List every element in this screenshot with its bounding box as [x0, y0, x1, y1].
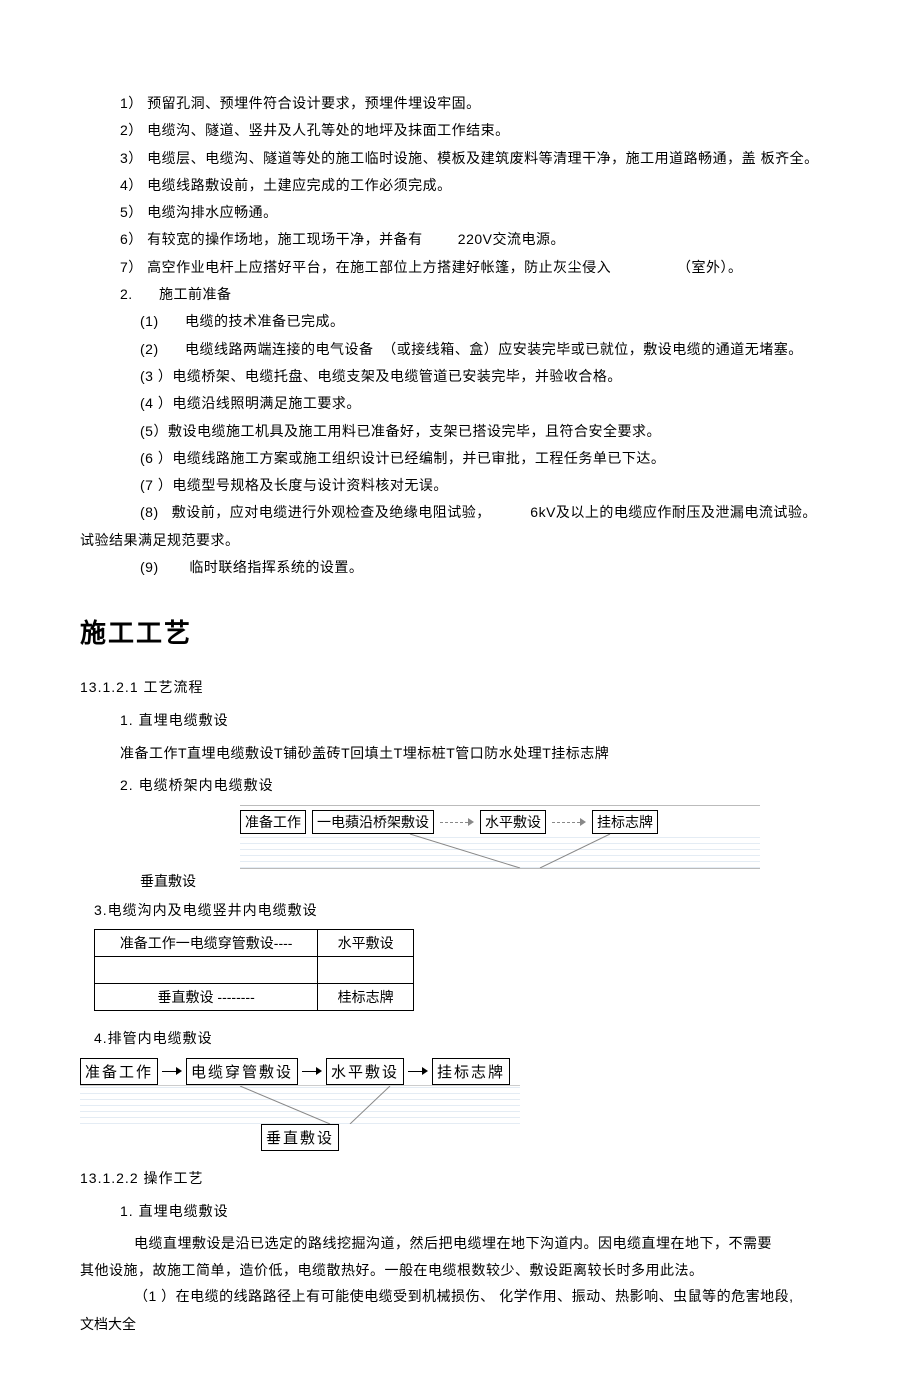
- list-item: (2) 电缆线路两端连接的电气设备 （或接线箱、盒）应安装完毕或已就位，敷设电缆…: [80, 336, 840, 363]
- list-item: (8) 敷设前，应对电缆进行外观检查及绝缘电阻试验， 6kV及以上的电缆应作耐压…: [80, 499, 840, 526]
- list-item: (1) 电缆的技术准备已完成。: [80, 308, 840, 335]
- paragraph: 其他设施，故施工简单，造价低，电缆散热好。一般在电缆根数较少、敷设距离较长时多用…: [80, 1257, 840, 1284]
- list-item: 1） 预留孔洞、预埋件符合设计要求，预埋件埋设牢固。: [80, 90, 840, 117]
- list-item: 4） 电缆线路敷设前，土建应完成的工作必须完成。: [80, 172, 840, 199]
- flow-cell: 水平敷设: [318, 930, 414, 957]
- flow-box: 垂直敷设: [261, 1124, 339, 1151]
- paragraph: 电缆直埋敷设是沿已选定的路线挖掘沟道，然后把电缆埋在地下沟道内。因电缆直埋在地下…: [106, 1230, 840, 1257]
- list-item: (9) 临时联络指挥系统的设置。: [80, 554, 840, 581]
- process-flow-text: 准备工作T直埋电缆敷设T铺砂盖砖T回填土T埋标桩T管口防水处理T挂标志牌: [80, 740, 840, 767]
- document-page: 1） 预留孔洞、预埋件符合设计要求，预埋件埋设牢固。 2） 电缆沟、隧道、竖井及…: [0, 0, 920, 1374]
- flow-cell: 桂标志牌: [318, 984, 414, 1011]
- arrow-right-icon: [302, 1065, 322, 1077]
- arrow-right-icon: [162, 1065, 182, 1077]
- step-title: 3.电缆沟内及电缆竖井内电缆敷设: [80, 897, 840, 924]
- arrow-right-icon: [440, 816, 474, 828]
- list-item: 5） 电缆沟排水应畅通。: [80, 199, 840, 226]
- flow-box: 水平敷设: [326, 1058, 404, 1085]
- list-item: 7） 高空作业电杆上应搭好平台，在施工部位上方搭建好帐篷，防止灰尘侵入 （室外）…: [80, 254, 840, 281]
- paragraph: （1 ）在电缆的线路路径上有可能使电缆受到机械损伤、 化学作用、振动、热影响、虫…: [106, 1283, 840, 1310]
- step-title: 2. 电缆桥架内电缆敷设: [80, 772, 840, 799]
- list-item: (5）敷设电缆施工机具及施工用料已准备好，支架已搭设完毕，且符合安全要求。: [80, 418, 840, 445]
- subsection-number: 13.1.2.2 操作工艺: [80, 1165, 840, 1192]
- footer-text: 文档大全: [80, 1314, 840, 1334]
- step-title: 1. 直埋电缆敷设: [80, 1198, 840, 1225]
- table-row: 垂直敷设 -------- 桂标志牌: [95, 984, 414, 1011]
- flow-box: 准备工作: [80, 1058, 158, 1085]
- list-item: (3 ）电缆桥架、电缆托盘、电缆支架及电缆管道已安装完毕，并验收合格。: [80, 363, 840, 390]
- list-item: 3） 电缆层、电缆沟、隧道等处的施工临时设施、模板及建筑废料等清理干净，施工用道…: [80, 145, 840, 172]
- flow-cell: [95, 957, 318, 984]
- flow-diagram-4: 准备工作 电缆穿管敷设 水平敷设 挂标志牌 垂直敷设: [80, 1058, 520, 1151]
- arrow-right-icon: [408, 1065, 428, 1077]
- flow-cell: 垂直敷设 --------: [95, 984, 318, 1011]
- step-title: 4.排管内电缆敷设: [80, 1025, 840, 1052]
- table-row: [95, 957, 414, 984]
- list-item: 2） 电缆沟、隧道、竖井及人孔等处的地坪及抹面工作结束。: [80, 117, 840, 144]
- flow-box: 挂标志牌: [592, 810, 658, 834]
- list-item: 试验结果满足规范要求。: [80, 527, 840, 554]
- flow-diagram-3: 准备工作一电缆穿管敷设---- 水平敷设 垂直敷设 -------- 桂标志牌: [94, 929, 414, 1011]
- subsection-number: 13.1.2.1 工艺流程: [80, 674, 840, 701]
- flow-box: 电缆穿管敷设: [186, 1058, 298, 1085]
- table-row: 准备工作一电缆穿管敷设---- 水平敷设: [95, 930, 414, 957]
- list-item: (4 ）电缆沿线照明满足施工要求。: [80, 390, 840, 417]
- flow-diagram-2: 准备工作 一电蘋沿桥架敷设 水平敷设 挂标志牌: [240, 805, 760, 869]
- arrow-right-icon: [552, 816, 586, 828]
- flow-cell: [318, 957, 414, 984]
- section-heading: 施工工艺: [80, 613, 840, 650]
- list-item: 2. 施工前准备: [80, 281, 840, 308]
- flow-box: 一电蘋沿桥架敷设: [312, 810, 434, 834]
- list-item: (6 ）电缆线路施工方案或施工组织设计已经编制，并已审批，工程任务单已下达。: [80, 445, 840, 472]
- step-title: 1. 直埋电缆敷设: [80, 707, 840, 734]
- flow-box: 挂标志牌: [432, 1058, 510, 1085]
- flow-cell: 准备工作一电缆穿管敷设----: [95, 930, 318, 957]
- flow-box: 水平敷设: [480, 810, 546, 834]
- flow-box: 准备工作: [240, 810, 306, 834]
- list-item: 6） 有较宽的操作场地，施工现场干净，并备有 220V交流电源。: [80, 226, 840, 253]
- flow-label: 垂直敷设: [80, 871, 840, 891]
- list-item: (7 ）电缆型号规格及长度与设计资料核对无误。: [80, 472, 840, 499]
